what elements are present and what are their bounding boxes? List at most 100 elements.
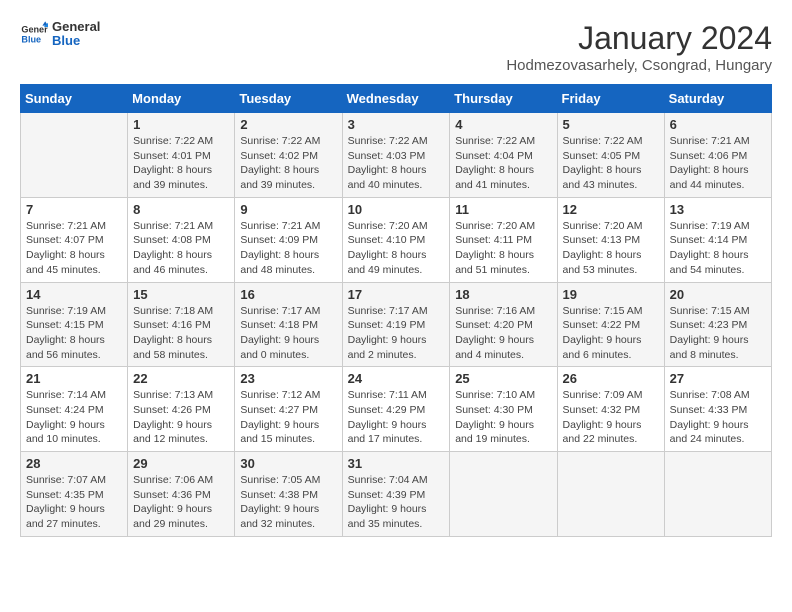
header-day-monday: Monday <box>128 85 235 113</box>
calendar-cell: 5 Sunrise: 7:22 AMSunset: 4:05 PMDaylight… <box>557 113 664 198</box>
day-number: 23 <box>240 371 336 386</box>
logo-blue: Blue <box>52 34 100 48</box>
calendar-cell: 21 Sunrise: 7:14 AMSunset: 4:24 PMDayligh… <box>21 367 128 452</box>
logo-general: General <box>52 20 100 34</box>
day-info: Sunrise: 7:06 AMSunset: 4:36 PMDaylight:… <box>133 473 229 532</box>
calendar-cell <box>664 452 771 537</box>
day-number: 14 <box>26 287 122 302</box>
day-info: Sunrise: 7:21 AMSunset: 4:06 PMDaylight:… <box>670 134 766 193</box>
day-number: 19 <box>563 287 659 302</box>
day-info: Sunrise: 7:14 AMSunset: 4:24 PMDaylight:… <box>26 388 122 447</box>
day-info: Sunrise: 7:11 AMSunset: 4:29 PMDaylight:… <box>348 388 445 447</box>
day-number: 7 <box>26 202 122 217</box>
day-number: 21 <box>26 371 122 386</box>
day-number: 1 <box>133 117 229 132</box>
day-info: Sunrise: 7:05 AMSunset: 4:38 PMDaylight:… <box>240 473 336 532</box>
header-day-wednesday: Wednesday <box>342 85 450 113</box>
day-number: 20 <box>670 287 766 302</box>
header-row: SundayMondayTuesdayWednesdayThursdayFrid… <box>21 85 772 113</box>
day-number: 30 <box>240 456 336 471</box>
day-info: Sunrise: 7:04 AMSunset: 4:39 PMDaylight:… <box>348 473 445 532</box>
calendar-table: SundayMondayTuesdayWednesdayThursdayFrid… <box>20 84 772 537</box>
day-info: Sunrise: 7:08 AMSunset: 4:33 PMDaylight:… <box>670 388 766 447</box>
calendar-cell: 2Sunrise: 7:22 AMSunset: 4:02 PMDaylight… <box>235 113 342 198</box>
svg-text:General: General <box>21 25 48 35</box>
calendar-cell <box>21 113 128 198</box>
logo: General Blue General Blue <box>20 20 100 49</box>
header-day-friday: Friday <box>557 85 664 113</box>
calendar-cell: 13 Sunrise: 7:19 AMSunset: 4:14 PMDayligh… <box>664 197 771 282</box>
calendar-cell: 10Sunrise: 7:20 AMSunset: 4:10 PMDayligh… <box>342 197 450 282</box>
calendar-cell: 12 Sunrise: 7:20 AMSunset: 4:13 PMDayligh… <box>557 197 664 282</box>
day-number: 27 <box>670 371 766 386</box>
calendar-cell: 30 Sunrise: 7:05 AMSunset: 4:38 PMDayligh… <box>235 452 342 537</box>
day-info: Sunrise: 7:21 AMSunset: 4:07 PMDaylight:… <box>26 219 122 278</box>
day-number: 28 <box>26 456 122 471</box>
calendar-cell: 8Sunrise: 7:21 AMSunset: 4:08 PMDaylight… <box>128 197 235 282</box>
calendar-cell: 19 Sunrise: 7:15 AMSunset: 4:22 PMDayligh… <box>557 282 664 367</box>
day-info: Sunrise: 7:09 AMSunset: 4:32 PMDaylight:… <box>563 388 659 447</box>
day-number: 16 <box>240 287 336 302</box>
day-info: Sunrise: 7:17 AMSunset: 4:18 PMDaylight:… <box>240 304 336 363</box>
day-info: Sunrise: 7:22 AMSunset: 4:02 PMDaylight:… <box>240 134 336 193</box>
calendar-cell: 27 Sunrise: 7:08 AMSunset: 4:33 PMDayligh… <box>664 367 771 452</box>
day-info: Sunrise: 7:15 AMSunset: 4:22 PMDaylight:… <box>563 304 659 363</box>
calendar-cell: 28Sunrise: 7:07 AMSunset: 4:35 PMDayligh… <box>21 452 128 537</box>
page-header: General Blue General Blue January 2024 H… <box>20 20 772 74</box>
calendar-cell <box>450 452 557 537</box>
calendar-cell: 14 Sunrise: 7:19 AMSunset: 4:15 PMDayligh… <box>21 282 128 367</box>
day-info: Sunrise: 7:18 AMSunset: 4:16 PMDaylight:… <box>133 304 229 363</box>
calendar-cell: 3 Sunrise: 7:22 AMSunset: 4:03 PMDaylight… <box>342 113 450 198</box>
svg-text:Blue: Blue <box>21 35 41 45</box>
header-day-tuesday: Tuesday <box>235 85 342 113</box>
day-info: Sunrise: 7:21 AMSunset: 4:09 PMDaylight:… <box>240 219 336 278</box>
day-number: 4 <box>455 117 551 132</box>
day-info: Sunrise: 7:15 AMSunset: 4:23 PMDaylight:… <box>670 304 766 363</box>
day-number: 8 <box>133 202 229 217</box>
calendar-subtitle: Hodmezovasarhely, Csongrad, Hungary <box>506 57 772 74</box>
week-row-3: 14 Sunrise: 7:19 AMSunset: 4:15 PMDayligh… <box>21 282 772 367</box>
day-number: 15 <box>133 287 229 302</box>
calendar-cell: 4 Sunrise: 7:22 AMSunset: 4:04 PMDaylight… <box>450 113 557 198</box>
day-info: Sunrise: 7:22 AMSunset: 4:04 PMDaylight:… <box>455 134 551 193</box>
day-info: Sunrise: 7:13 AMSunset: 4:26 PMDaylight:… <box>133 388 229 447</box>
day-number: 12 <box>563 202 659 217</box>
calendar-cell: 31Sunrise: 7:04 AMSunset: 4:39 PMDayligh… <box>342 452 450 537</box>
day-number: 22 <box>133 371 229 386</box>
day-info: Sunrise: 7:20 AMSunset: 4:13 PMDaylight:… <box>563 219 659 278</box>
calendar-title: January 2024 <box>506 20 772 57</box>
day-info: Sunrise: 7:19 AMSunset: 4:14 PMDaylight:… <box>670 219 766 278</box>
calendar-cell: 7 Sunrise: 7:21 AMSunset: 4:07 PMDaylight… <box>21 197 128 282</box>
day-number: 25 <box>455 371 551 386</box>
day-number: 13 <box>670 202 766 217</box>
calendar-cell: 18Sunrise: 7:16 AMSunset: 4:20 PMDayligh… <box>450 282 557 367</box>
day-info: Sunrise: 7:12 AMSunset: 4:27 PMDaylight:… <box>240 388 336 447</box>
calendar-cell: 25Sunrise: 7:10 AMSunset: 4:30 PMDayligh… <box>450 367 557 452</box>
day-number: 6 <box>670 117 766 132</box>
day-info: Sunrise: 7:20 AMSunset: 4:10 PMDaylight:… <box>348 219 445 278</box>
day-info: Sunrise: 7:22 AMSunset: 4:05 PMDaylight:… <box>563 134 659 193</box>
calendar-cell: 17 Sunrise: 7:17 AMSunset: 4:19 PMDayligh… <box>342 282 450 367</box>
title-block: January 2024 Hodmezovasarhely, Csongrad,… <box>506 20 772 74</box>
header-day-saturday: Saturday <box>664 85 771 113</box>
header-day-thursday: Thursday <box>450 85 557 113</box>
day-info: Sunrise: 7:16 AMSunset: 4:20 PMDaylight:… <box>455 304 551 363</box>
calendar-cell: 23 Sunrise: 7:12 AMSunset: 4:27 PMDayligh… <box>235 367 342 452</box>
calendar-cell: 15 Sunrise: 7:18 AMSunset: 4:16 PMDayligh… <box>128 282 235 367</box>
calendar-cell: 6 Sunrise: 7:21 AMSunset: 4:06 PMDaylight… <box>664 113 771 198</box>
day-number: 11 <box>455 202 551 217</box>
day-info: Sunrise: 7:17 AMSunset: 4:19 PMDaylight:… <box>348 304 445 363</box>
calendar-cell: 29Sunrise: 7:06 AMSunset: 4:36 PMDayligh… <box>128 452 235 537</box>
day-number: 5 <box>563 117 659 132</box>
day-info: Sunrise: 7:22 AMSunset: 4:03 PMDaylight:… <box>348 134 445 193</box>
week-row-5: 28Sunrise: 7:07 AMSunset: 4:35 PMDayligh… <box>21 452 772 537</box>
calendar-cell: 20 Sunrise: 7:15 AMSunset: 4:23 PMDayligh… <box>664 282 771 367</box>
day-info: Sunrise: 7:19 AMSunset: 4:15 PMDaylight:… <box>26 304 122 363</box>
day-number: 26 <box>563 371 659 386</box>
day-number: 17 <box>348 287 445 302</box>
calendar-cell: 11Sunrise: 7:20 AMSunset: 4:11 PMDayligh… <box>450 197 557 282</box>
logo-icon: General Blue <box>20 20 48 48</box>
day-number: 3 <box>348 117 445 132</box>
day-info: Sunrise: 7:22 AMSunset: 4:01 PMDaylight:… <box>133 134 229 193</box>
week-row-2: 7 Sunrise: 7:21 AMSunset: 4:07 PMDaylight… <box>21 197 772 282</box>
